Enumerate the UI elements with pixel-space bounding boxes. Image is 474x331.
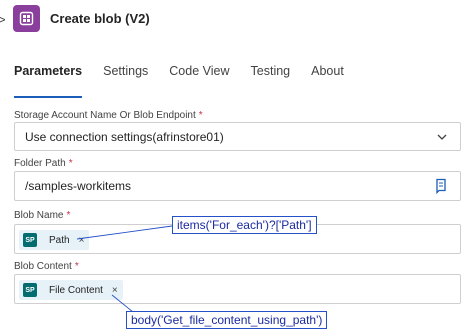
folder-path-input[interactable]: /samples-workitems xyxy=(14,171,461,201)
path-token[interactable]: SP Path × xyxy=(19,230,90,250)
tab-bar: Parameters Settings Code View Testing Ab… xyxy=(14,64,365,98)
blob-content-label-text: Blob Content xyxy=(14,261,72,272)
file-content-token[interactable]: SP File Content × xyxy=(19,280,123,300)
tab-testing[interactable]: Testing xyxy=(251,64,291,98)
required-marker: * xyxy=(66,210,71,221)
back-chevron-icon[interactable]: > xyxy=(0,12,6,27)
storage-account-label-text: Storage Account Name Or Blob Endpoint xyxy=(14,110,196,121)
action-title: Create blob (V2) xyxy=(50,11,150,26)
tab-about[interactable]: About xyxy=(311,64,344,98)
tab-parameters[interactable]: Parameters xyxy=(14,64,83,98)
tab-settings[interactable]: Settings xyxy=(103,64,148,98)
remove-token-icon[interactable]: × xyxy=(112,285,118,296)
blob-storage-icon xyxy=(13,5,40,32)
sharepoint-icon: SP xyxy=(23,283,37,297)
blob-content-label: Blob Content * xyxy=(14,261,79,272)
blob-content-expression-callout: body('Get_file_content_using_path') xyxy=(126,311,328,329)
storage-account-label: Storage Account Name Or Blob Endpoint * xyxy=(14,110,203,121)
required-marker: * xyxy=(68,158,73,169)
required-marker: * xyxy=(74,261,79,272)
folder-path-label-text: Folder Path xyxy=(14,158,66,169)
required-marker: * xyxy=(198,110,203,121)
blob-name-label-text: Blob Name xyxy=(14,210,64,221)
file-picker-icon[interactable] xyxy=(434,178,448,194)
tab-code-view[interactable]: Code View xyxy=(169,64,229,98)
sharepoint-icon: SP xyxy=(23,233,37,247)
token-label: Path xyxy=(49,234,70,246)
blob-name-label: Blob Name * xyxy=(14,210,70,221)
folder-path-label: Folder Path * xyxy=(14,158,73,169)
folder-path-value: /samples-workitems xyxy=(25,179,132,193)
blob-name-expression-callout: items('For_each')?['Path'] xyxy=(172,216,317,234)
remove-token-icon[interactable]: × xyxy=(79,235,85,246)
storage-account-value: Use connection settings(afrinstore01) xyxy=(25,129,224,144)
storage-account-dropdown[interactable]: Use connection settings(afrinstore01) xyxy=(14,122,461,151)
token-label: File Content xyxy=(49,284,103,296)
chevron-down-icon[interactable] xyxy=(436,131,448,143)
blob-content-input[interactable]: SP File Content × xyxy=(14,274,461,304)
